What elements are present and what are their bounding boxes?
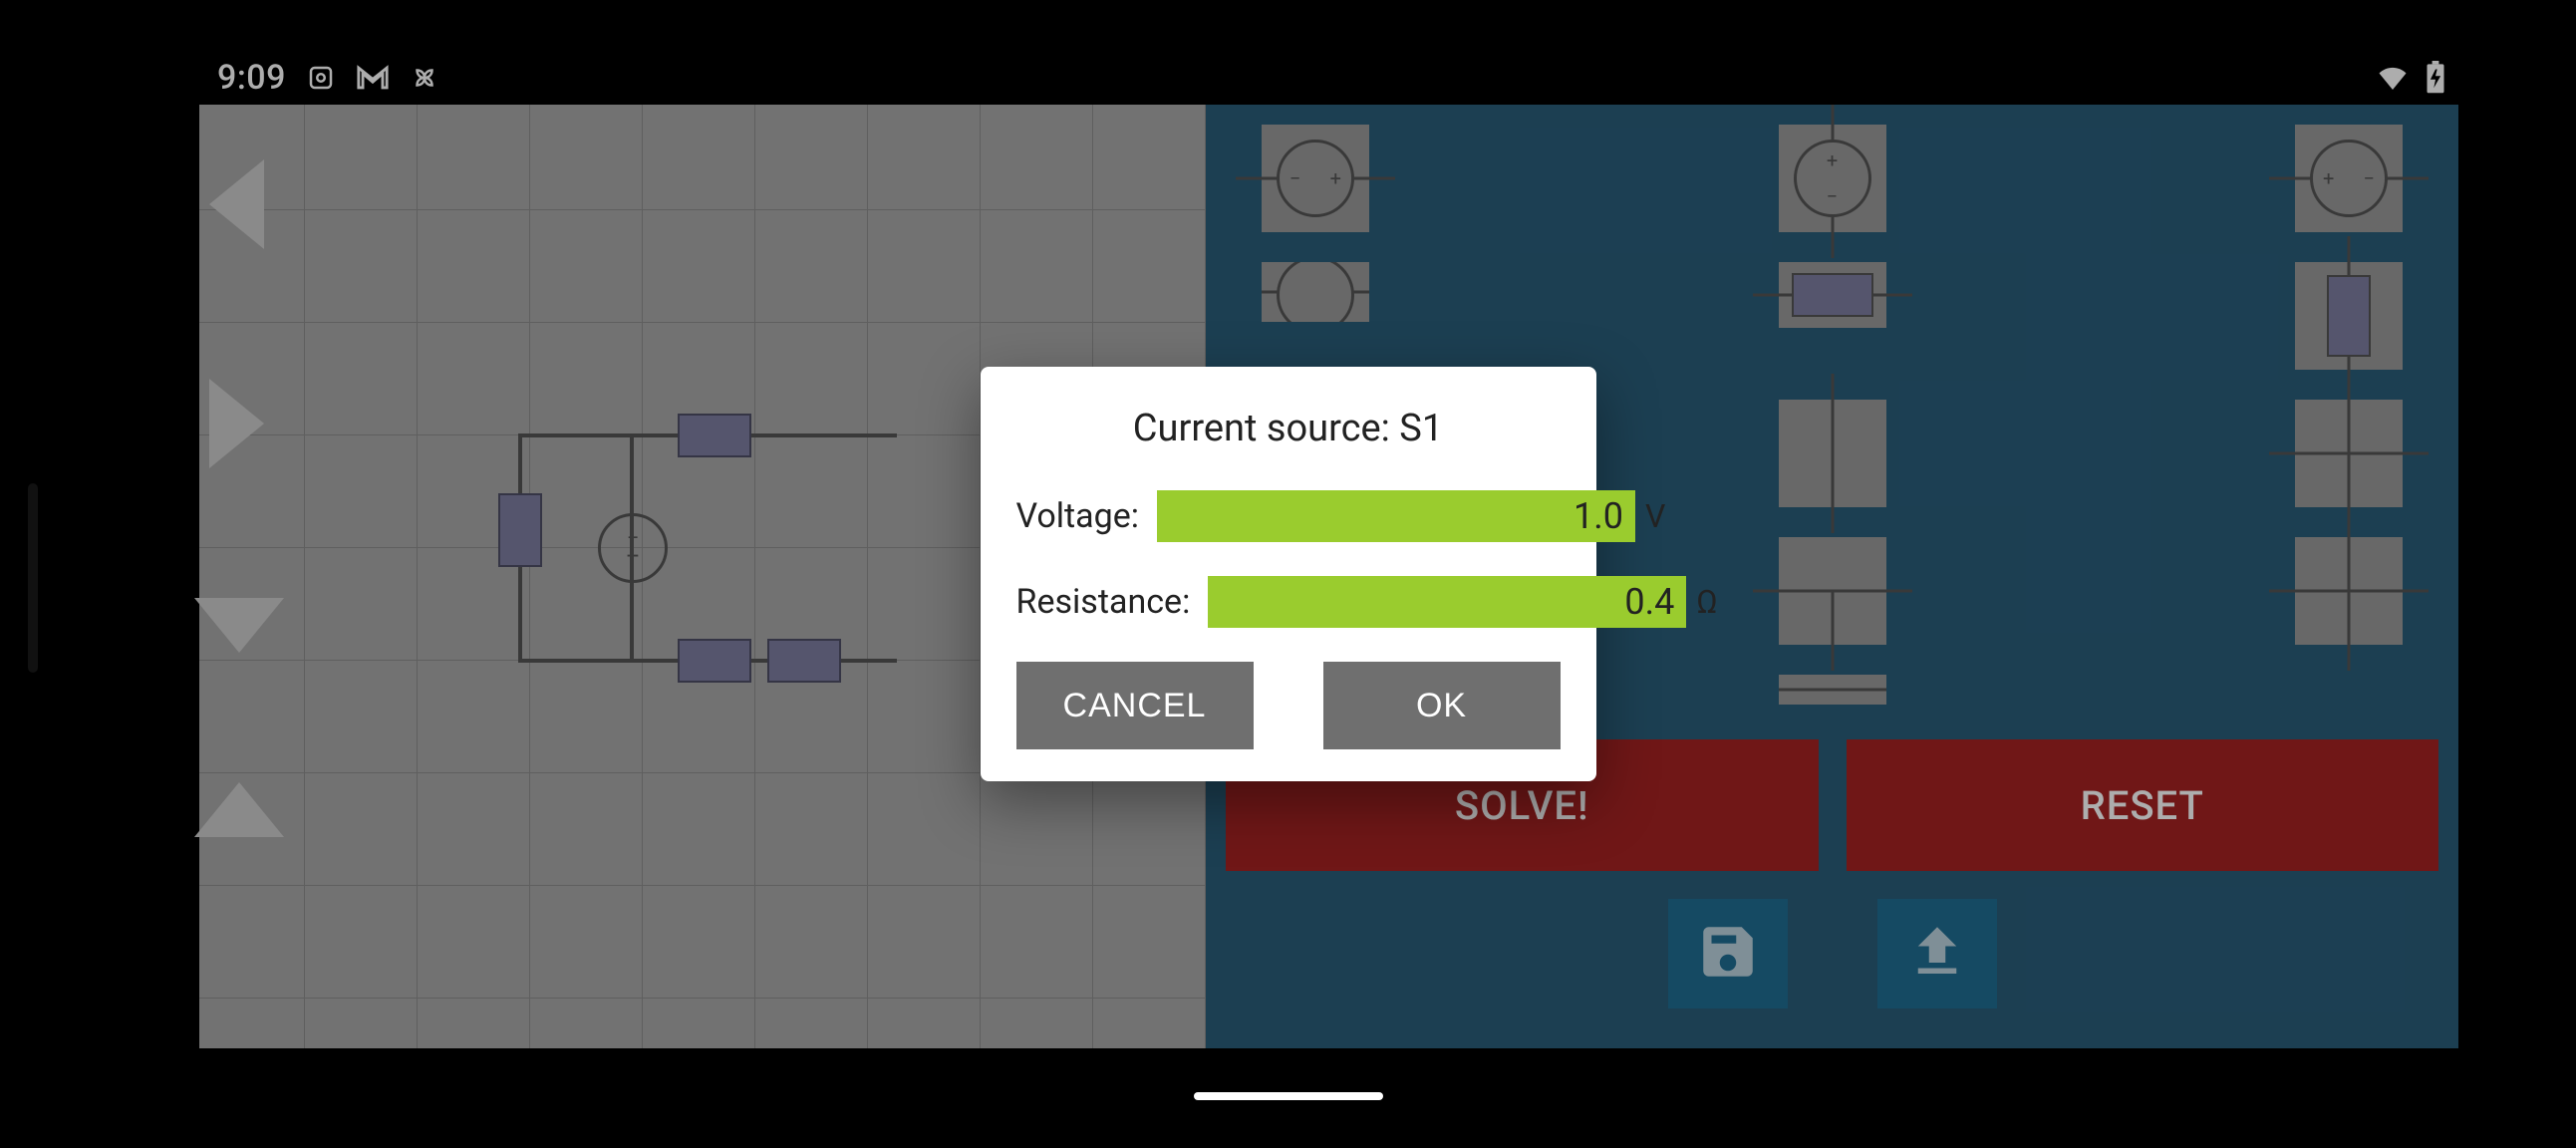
voltage-label: Voltage: <box>1016 496 1140 536</box>
resistance-row: Resistance: Ω <box>1016 576 1561 628</box>
nav-arrow-down-icon[interactable] <box>194 598 284 653</box>
nav-arrow-left-icon[interactable] <box>209 159 264 249</box>
device-frame: 9:09 <box>0 0 2576 1148</box>
voltage-row: Voltage: V <box>1016 490 1561 542</box>
resistance-unit: Ω <box>1696 583 1717 621</box>
nav-arrow-right-icon[interactable] <box>209 379 264 468</box>
canvas-nav-arrows <box>209 159 284 837</box>
source-properties-dialog: Current source: S1 Voltage: V Resistance… <box>981 367 1596 781</box>
nav-arrow-up-icon[interactable] <box>194 782 284 837</box>
resistance-label: Resistance: <box>1016 582 1191 622</box>
gesture-bar[interactable] <box>1194 1092 1383 1100</box>
ok-button[interactable]: OK <box>1323 662 1561 749</box>
dialog-title: Current source: S1 <box>1016 407 1561 450</box>
voltage-input[interactable] <box>1157 490 1635 542</box>
resistance-input[interactable] <box>1208 576 1686 628</box>
dialog-button-row: CANCEL OK <box>1016 662 1561 749</box>
voltage-unit: V <box>1645 497 1665 535</box>
cancel-button[interactable]: CANCEL <box>1016 662 1254 749</box>
